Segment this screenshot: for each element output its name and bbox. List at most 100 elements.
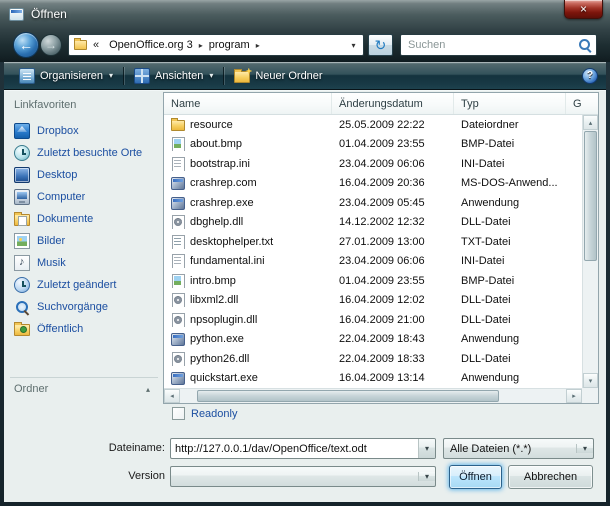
breadcrumb[interactable]: « OpenOffice.org 3 ▸ program ▸ ▾ [68,34,364,56]
file-name: npsoplugin.dll [190,314,257,326]
organize-button[interactable]: Organisieren ▾ [12,65,120,87]
filename-dropdown-button[interactable]: ▾ [418,439,435,458]
file-row[interactable]: crashrep.exe 23.04.2009 05:45 Anwendung [164,193,582,213]
file-name: python.exe [190,333,244,345]
dll-file-icon [171,215,185,229]
search-box [400,34,597,56]
scroll-left-button[interactable]: ◂ [164,389,180,403]
recently-changed-icon [14,277,30,293]
vertical-scrollbar[interactable]: ▴ ▾ [582,115,598,388]
column-header-g[interactable]: G [566,93,598,114]
file-row[interactable]: python.exe 22.04.2009 18:43 Anwendung [164,330,582,350]
file-row[interactable]: fundamental.ini 23.04.2009 06:06 INI-Dat… [164,252,582,272]
file-row[interactable]: desktophelper.txt 27.01.2009 13:00 TXT-D… [164,232,582,252]
file-modified-date: 23.04.2009 06:06 [332,255,454,267]
sidebar-item-zuletzt-geändert[interactable]: Zuletzt geändert [8,274,160,296]
file-name: desktophelper.txt [190,236,273,248]
scroll-down-button[interactable]: ▾ [583,373,598,388]
horizontal-scroll-thumb[interactable] [197,390,499,402]
dll-file-icon [171,352,185,366]
file-modified-date: 01.04.2009 23:55 [332,138,454,150]
views-button[interactable]: Ansichten ▾ [127,65,220,87]
favorites-header: Linkfavoriten [8,94,160,120]
folders-expander[interactable]: Ordner ▴ [8,378,160,400]
forward-button[interactable]: → [40,34,62,56]
sidebar-item-computer[interactable]: Computer [8,186,160,208]
file-row[interactable]: npsoplugin.dll 16.04.2009 21:00 DLL-Date… [164,310,582,330]
file-row[interactable]: crashrep.com 16.04.2009 20:36 MS-DOS-Anw… [164,174,582,194]
sidebar-item-dropbox[interactable]: Dropbox [8,120,160,142]
file-name: quickstart.exe [190,372,258,384]
file-type: DLL-Datei [454,216,566,228]
horizontal-scrollbar[interactable]: ◂ ▸ [164,388,582,403]
breadcrumb-overflow-button[interactable]: « [92,39,103,51]
file-row[interactable]: intro.bmp 01.04.2009 23:55 BMP-Datei [164,271,582,291]
sidebar-item-desktop[interactable]: Desktop [8,164,160,186]
filetype-dropdown-button[interactable]: ▾ [576,444,593,453]
file-row[interactable]: resource 25.05.2009 22:22 Dateiordner [164,115,582,135]
file-modified-date: 16.04.2009 13:14 [332,372,454,384]
organize-icon [19,68,35,84]
vertical-scroll-thumb[interactable] [584,131,597,261]
file-type: DLL-Datei [454,353,566,365]
desktop-icon [14,167,30,183]
sidebar-item-dokumente[interactable]: Dokumente [8,208,160,230]
sidebar-item-zuletzt-besuchte-orte[interactable]: Zuletzt besuchte Orte [8,142,160,164]
column-header-name[interactable]: Name [164,93,332,114]
searches-icon [14,299,30,315]
chevron-down-icon: ▾ [209,71,213,80]
breadcrumb-dropdown-button[interactable]: ▾ [346,41,361,50]
new-folder-button[interactable]: Neuer Ordner [227,66,329,86]
readonly-checkbox[interactable] [172,407,185,420]
close-button[interactable]: × [564,0,603,19]
organize-label: Organisieren [40,70,103,82]
file-modified-date: 23.04.2009 05:45 [332,197,454,209]
documents-icon [14,214,30,226]
sidebar-item-öffentlich[interactable]: Öffentlich [8,318,160,340]
file-row[interactable]: quickstart.exe 16.04.2009 13:14 Anwendun… [164,369,582,389]
new-folder-icon [234,71,250,83]
file-row[interactable]: bootstrap.ini 23.04.2009 06:06 INI-Datei [164,154,582,174]
search-input[interactable] [400,34,597,56]
new-folder-label: Neuer Ordner [255,70,322,82]
computer-icon [14,189,30,205]
file-name: bootstrap.ini [190,158,250,170]
scroll-right-button[interactable]: ▸ [566,389,582,403]
version-dropdown-button[interactable]: ▾ [418,472,435,481]
folders-label: Ordner [14,383,48,395]
refresh-button[interactable]: ↻ [368,34,393,56]
file-row[interactable]: libxml2.dll 16.04.2009 12:02 DLL-Datei [164,291,582,311]
file-row[interactable]: dbghelp.dll 14.12.2002 12:32 DLL-Datei [164,213,582,233]
chevron-right-icon[interactable]: ▸ [256,40,260,50]
filename-label: Dateiname: [55,442,165,454]
sidebar-item-bilder[interactable]: Bilder [8,230,160,252]
open-button-label: Öffnen [459,471,492,483]
breadcrumb-segment-program[interactable]: program [203,39,256,51]
file-name: about.bmp [190,138,242,150]
file-row[interactable]: about.bmp 01.04.2009 23:55 BMP-Datei [164,135,582,155]
views-label: Ansichten [155,70,203,82]
sidebar-item-suchvorgänge[interactable]: Suchvorgänge [8,296,160,318]
breadcrumb-segment-openoffice[interactable]: OpenOffice.org 3 [103,39,199,51]
column-header-änderungsdatum[interactable]: Änderungsdatum [332,93,454,114]
toolbar-separator [223,67,224,85]
scroll-up-button[interactable]: ▴ [583,115,598,130]
version-combobox[interactable]: ▾ [170,466,436,487]
dropbox-icon [14,123,30,139]
sidebar-item-musik[interactable]: Musik [8,252,160,274]
cancel-button[interactable]: Abbrechen [508,465,593,489]
filetype-combobox[interactable]: Alle Dateien (*.*) ▾ [443,438,594,459]
command-toolbar: Organisieren ▾ Ansichten ▾ Neuer Ordner … [4,62,606,90]
views-icon [134,68,150,84]
readonly-label[interactable]: Readonly [191,408,237,420]
help-button[interactable]: ? [582,68,598,84]
chevron-down-icon: ▾ [583,444,587,453]
open-button[interactable]: Öffnen [449,465,502,489]
column-header-typ[interactable]: Typ [454,93,566,114]
back-button[interactable]: ← [13,32,39,58]
title-bar[interactable]: Öffnen [0,0,610,28]
dll-file-icon [171,293,185,307]
window-frame-right [606,62,610,506]
file-row[interactable]: python26.dll 22.04.2009 18:33 DLL-Datei [164,349,582,369]
filename-input[interactable] [171,439,418,458]
